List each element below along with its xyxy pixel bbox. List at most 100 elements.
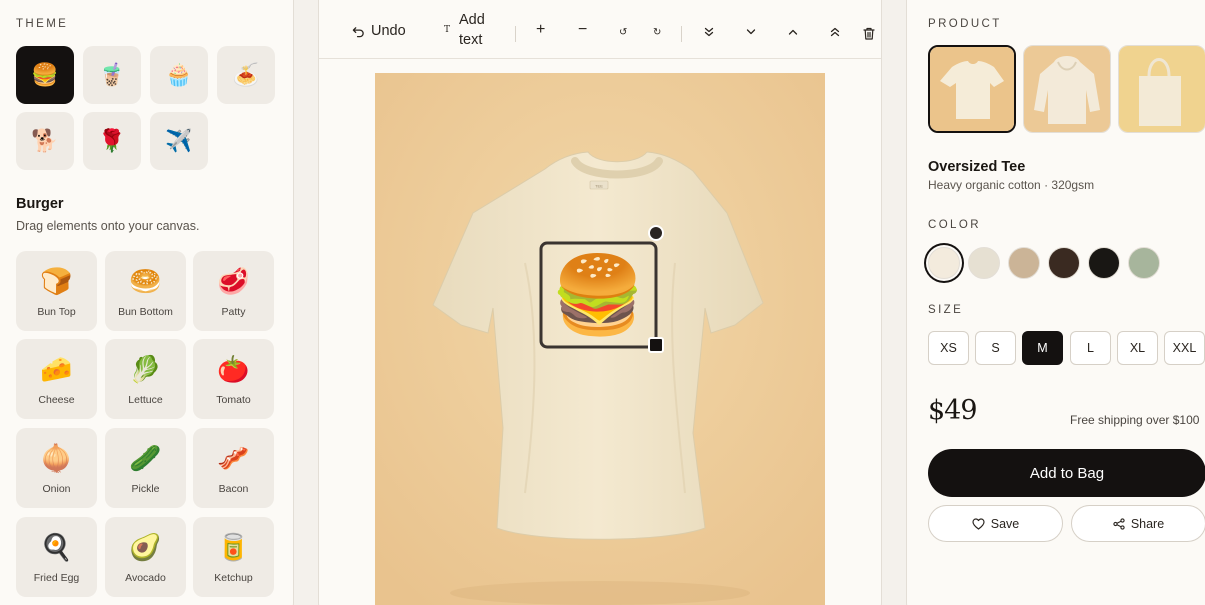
chevron-up-icon: [788, 29, 798, 35]
theme-cupcake[interactable]: 🧁: [150, 46, 208, 104]
element-patty[interactable]: 🥩 Patty: [193, 251, 274, 331]
element-pickle[interactable]: 🥒 Pickle: [105, 428, 186, 508]
element-label: Cheese: [38, 394, 75, 406]
element-label: Bun Top: [37, 306, 76, 318]
theme-burger[interactable]: 🍔: [16, 46, 74, 104]
element-ketchup[interactable]: 🥫 Ketchup: [193, 517, 274, 597]
drink-icon: 🧋: [98, 62, 126, 87]
element-bun-top[interactable]: 🍞 Bun Top: [16, 251, 97, 331]
elements-panel: THEME 🍔 🧋 🧁 🍝 🐕 🌹 ✈️ Burger Drag element…: [0, 0, 294, 605]
placed-burger-icon: 🍔: [551, 252, 646, 338]
minus-icon: −: [578, 21, 588, 38]
rotate-left-icon: ↺: [619, 27, 628, 38]
element-fried-egg[interactable]: 🍳 Fried Egg: [16, 517, 97, 597]
add-to-bag-button[interactable]: Add to Bag: [928, 449, 1205, 497]
size-xxl[interactable]: XXL: [1164, 331, 1205, 365]
size-m[interactable]: M: [1022, 331, 1063, 365]
share-label: Share: [1130, 516, 1165, 531]
zoom-out-button[interactable]: −: [578, 21, 588, 38]
pickle-icon: 🥒: [129, 443, 162, 473]
bring-forward-button[interactable]: [788, 29, 798, 35]
element-cheese[interactable]: 🧀 Cheese: [16, 339, 97, 419]
product-hoodie[interactable]: [1023, 45, 1111, 133]
cheese-icon: 🧀: [40, 354, 73, 384]
add-text-button[interactable]: T Add text: [444, 2, 485, 58]
tomato-icon: 🍅: [217, 354, 250, 384]
element-label: Fried Egg: [33, 572, 80, 584]
element-label: Onion: [42, 483, 71, 495]
delete-button[interactable]: [863, 27, 875, 40]
element-bacon[interactable]: 🥓 Bacon: [193, 428, 274, 508]
tee-tag: TEE: [595, 184, 603, 189]
undo-button[interactable]: Undo: [352, 11, 406, 51]
color-swatch-sand[interactable]: [1008, 247, 1040, 279]
color-swatch-brown[interactable]: [1048, 247, 1080, 279]
add-text-label: Add text: [459, 10, 485, 50]
onion-icon: 🧅: [40, 443, 73, 473]
product-label: PRODUCT: [928, 18, 1002, 30]
size-xl[interactable]: XL: [1117, 331, 1158, 365]
burger-icon: 🍔: [31, 62, 59, 87]
trash-icon: [863, 27, 875, 40]
size-s[interactable]: S: [975, 331, 1016, 365]
theme-dog[interactable]: 🐕: [16, 112, 74, 170]
pasta-icon: 🍝: [232, 62, 260, 87]
avocado-icon: 🥑: [129, 532, 162, 562]
theme-plane[interactable]: ✈️: [150, 112, 208, 170]
product-options-panel: PRODUCT Oversized Tee Heavy organic cott…: [906, 0, 1205, 605]
element-bun-bottom[interactable]: 🥯 Bun Bottom: [105, 251, 186, 331]
color-swatch-bone[interactable]: [968, 247, 1000, 279]
tshirt-thumbnail: [930, 47, 1014, 131]
theme-drink[interactable]: 🧋: [83, 46, 141, 104]
element-label: Pickle: [131, 483, 160, 495]
bacon-icon: 🥓: [217, 443, 250, 473]
color-swatch-sage[interactable]: [1128, 247, 1160, 279]
send-to-back-button[interactable]: [704, 27, 714, 37]
category-subtitle: Drag elements onto your canvas.: [16, 219, 200, 233]
element-lettuce[interactable]: 🥬 Lettuce: [105, 339, 186, 419]
ketchup-icon: 🥫: [217, 532, 250, 562]
add-text-line-2: text: [459, 32, 483, 48]
rotate-right-button[interactable]: ↻: [653, 26, 661, 40]
element-tomato[interactable]: 🍅 Tomato: [193, 339, 274, 419]
product-oversized-tee[interactable]: [928, 45, 1016, 133]
resize-handle[interactable]: [648, 337, 664, 353]
rotate-right-icon: ↻: [653, 27, 662, 38]
product-name: Oversized Tee: [928, 159, 1026, 175]
text-icon: T: [444, 25, 451, 35]
share-icon: [1113, 517, 1125, 530]
price: $49: [928, 395, 978, 426]
rose-icon: 🌹: [98, 128, 126, 153]
share-button[interactable]: Share: [1071, 505, 1205, 542]
size-xs[interactable]: XS: [928, 331, 969, 365]
size-l[interactable]: L: [1070, 331, 1111, 365]
theme-pasta[interactable]: 🍝: [217, 46, 275, 104]
element-avocado[interactable]: 🥑 Avocado: [105, 517, 186, 597]
shipping-note: Free shipping over $100: [1070, 413, 1200, 427]
color-swatch-cream[interactable]: [928, 247, 960, 279]
bun-bottom-icon: 🥯: [129, 266, 162, 296]
product-canvas[interactable]: TEE 🍔: [375, 73, 825, 605]
theme-label: THEME: [16, 18, 69, 30]
rotate-handle[interactable]: [648, 225, 664, 241]
send-backward-button[interactable]: [746, 29, 756, 35]
element-onion[interactable]: 🧅 Onion: [16, 428, 97, 508]
zoom-in-button[interactable]: +: [536, 22, 545, 38]
element-label: Ketchup: [214, 572, 253, 584]
theme-rose[interactable]: 🌹: [83, 112, 141, 170]
element-label: Tomato: [216, 394, 251, 406]
product-description: Heavy organic cotton · 320gsm: [928, 178, 1095, 192]
hoodie-thumbnail: [1024, 46, 1110, 132]
double-chevron-up-icon: [830, 27, 840, 37]
size-label: SIZE: [928, 304, 964, 316]
undo-label: Undo: [371, 23, 406, 39]
product-tote-bag[interactable]: [1118, 45, 1205, 133]
rotate-left-button[interactable]: ↺: [619, 26, 627, 40]
plane-icon: ✈️: [165, 128, 193, 153]
save-button[interactable]: Save: [928, 505, 1063, 542]
design-canvas-panel: Undo T Add text + − ↺ ↻ TEE 🍔: [318, 0, 882, 605]
bring-to-front-button[interactable]: [830, 27, 840, 37]
color-swatch-black[interactable]: [1088, 247, 1120, 279]
toolbar-divider: [681, 26, 682, 42]
lettuce-icon: 🥬: [129, 354, 162, 384]
